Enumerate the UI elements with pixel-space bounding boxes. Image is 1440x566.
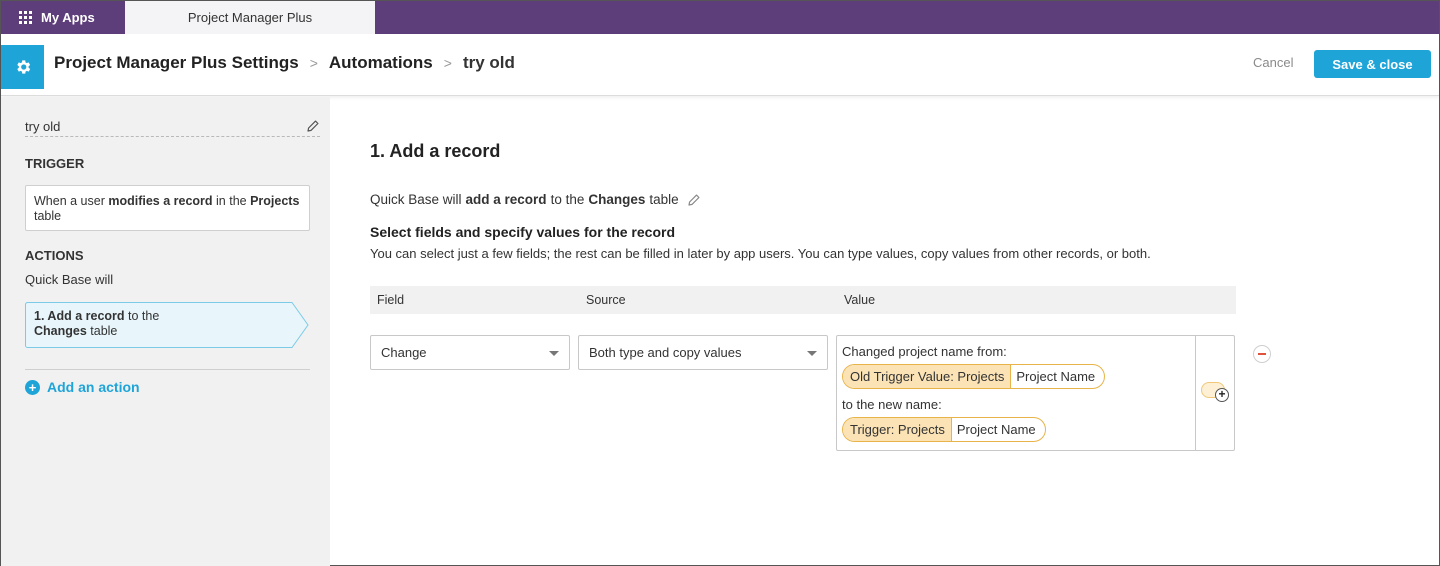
source-select[interactable]: Both type and copy values: [578, 335, 828, 370]
automation-name: try old: [25, 119, 61, 134]
sidebar: try old TRIGGER When a user modifies a r…: [1, 97, 330, 566]
pill-table-label: Trigger: Projects: [843, 418, 952, 441]
my-apps-label: My Apps: [41, 10, 95, 25]
remove-row-button[interactable]: [1253, 345, 1271, 363]
field-reference-pill[interactable]: Trigger: Projects Project Name: [842, 417, 1046, 442]
breadcrumb: Project Manager Plus Settings > Automati…: [54, 53, 515, 73]
breadcrumb-settings[interactable]: Project Manager Plus Settings: [54, 53, 299, 73]
trigger-text: in the: [212, 194, 251, 208]
action-title: 1. Add a record: [370, 141, 501, 161]
action-card-text: 1. Add a record to the Changes table: [34, 309, 159, 339]
breadcrumb-chevron-icon: >: [309, 55, 318, 71]
desc-text-bold: add a record: [465, 192, 547, 207]
desc-text: to the: [550, 192, 585, 207]
automation-name-field[interactable]: try old: [25, 119, 320, 137]
trigger-text-bold: modifies a record: [108, 194, 213, 208]
settings-gear-button[interactable]: [1, 45, 44, 89]
add-circle-icon: +: [25, 379, 40, 395]
pill-table-label: Old Trigger Value: Projects: [843, 365, 1012, 388]
minus-icon: [1258, 353, 1266, 355]
fields-table-header: Field Source Value: [370, 286, 1236, 314]
desc-text-bold: Changes: [588, 192, 646, 207]
breadcrumb-chevron-icon: >: [443, 55, 452, 71]
fields-heading: Select fields and specify values for the…: [370, 224, 675, 240]
fields-help-text: You can select just a few fields; the re…: [370, 246, 1151, 261]
desc-text: table: [649, 192, 679, 207]
trigger-heading: TRIGGER: [25, 156, 85, 171]
top-nav-bar: My Apps Project Manager Plus: [1, 1, 1439, 34]
action-description: Quick Base will add a record to the Chan…: [370, 192, 701, 207]
trigger-text: table: [34, 209, 62, 223]
actions-heading: ACTIONS: [25, 248, 84, 263]
insert-field-button[interactable]: +: [1201, 382, 1229, 402]
action-text-bold: Changes: [34, 324, 87, 338]
trigger-text: When a user: [34, 194, 109, 208]
column-header-field: Field: [377, 293, 405, 307]
my-apps-button[interactable]: My Apps: [19, 1, 95, 34]
edit-table-pencil-icon[interactable]: [687, 193, 701, 207]
cancel-button[interactable]: Cancel: [1253, 55, 1293, 70]
field-reference-pill[interactable]: Old Trigger Value: Projects Project Name: [842, 364, 1106, 389]
action-text: table: [86, 324, 118, 338]
gear-icon: [16, 60, 30, 74]
save-and-close-button[interactable]: Save & close: [1314, 50, 1431, 78]
value-editor[interactable]: Changed project name from: Old Trigger V…: [836, 335, 1235, 451]
column-header-value: Value: [844, 293, 876, 307]
action-text-bold: 1. Add a record: [34, 309, 125, 323]
chevron-down-icon: [549, 351, 559, 356]
column-header-source: Source: [586, 293, 626, 307]
breadcrumb-current: try old: [462, 53, 515, 72]
trigger-text-bold: Projects: [250, 194, 300, 208]
value-editor-divider: [1195, 336, 1196, 450]
breadcrumb-automations[interactable]: Automations: [329, 53, 433, 73]
field-select-value: Change: [381, 345, 427, 360]
pill-field-label: Project Name: [1016, 369, 1096, 384]
action-card-add-record[interactable]: 1. Add a record to the Changes table: [25, 302, 309, 348]
chevron-down-icon: [807, 351, 817, 356]
source-select-value: Both type and copy values: [589, 345, 742, 360]
value-text-line: to the new name:: [842, 397, 942, 412]
trigger-card[interactable]: When a user modifies a record in the Pro…: [25, 185, 310, 231]
desc-text: Quick Base will: [370, 192, 462, 207]
app-tab-project-manager-plus[interactable]: Project Manager Plus: [125, 1, 375, 34]
sidebar-divider: [25, 369, 310, 370]
plus-icon: +: [1215, 388, 1229, 402]
value-text-line: Changed project name from:: [842, 344, 1007, 359]
pill-field-label: Project Name: [956, 422, 1036, 437]
add-action-label: Add an action: [47, 379, 140, 395]
apps-grid-icon: [19, 11, 32, 24]
page-header: Project Manager Plus Settings > Automati…: [1, 34, 1439, 96]
add-action-button[interactable]: + Add an action: [25, 379, 140, 395]
edit-pencil-icon[interactable]: [306, 119, 320, 133]
actions-intro-text: Quick Base will: [25, 272, 114, 287]
field-select[interactable]: Change: [370, 335, 570, 370]
action-text: to the: [124, 309, 160, 323]
